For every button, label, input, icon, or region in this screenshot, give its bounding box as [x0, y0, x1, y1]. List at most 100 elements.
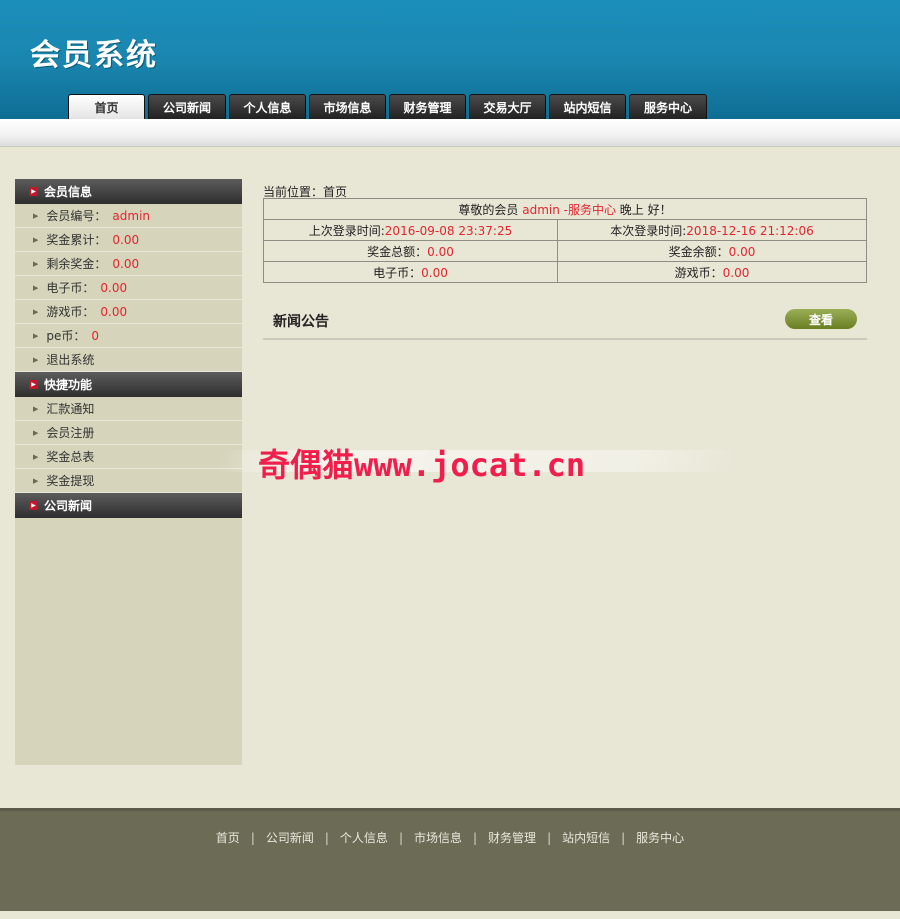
cell-label: 奖金总额： — [367, 244, 428, 259]
triangle-right-icon: ▶ — [33, 235, 39, 244]
section-title: 公司新闻 — [44, 499, 93, 513]
cell-value: 2018-12-16 21:12:06 — [686, 223, 814, 238]
view-button[interactable]: 查看 — [785, 309, 857, 329]
footer-link-service-center[interactable]: 服务中心 — [636, 829, 684, 846]
bullet-icon: ▶ — [29, 187, 38, 196]
sidebar: ▶ 会员信息 ▶ 会员编号： admin ▶ 奖金累计： 0.00 ▶ 剩余奖金… — [15, 179, 242, 765]
tab-finance[interactable]: 财务管理 — [389, 94, 466, 119]
sidebar-item-logout[interactable]: ▶ 退出系统 — [15, 348, 242, 372]
item-label: pe币： — [46, 329, 86, 343]
account-info-table: 尊敬的会员 admin -服务中心 晚上 好！ 上次登录时间:2016-09-0… — [263, 198, 867, 283]
cell-label: 本次登录时间: — [610, 223, 687, 238]
sidebar-section-member-info[interactable]: ▶ 会员信息 — [15, 179, 242, 204]
ecoin-cell: 电子币：0.00 — [263, 261, 558, 283]
item-label: 剩余奖金： — [46, 257, 107, 271]
cell-value: 0.00 — [427, 244, 454, 259]
tab-personal-info[interactable]: 个人信息 — [229, 94, 306, 119]
cell-value: 0.00 — [728, 244, 756, 259]
bonus-total-cell: 奖金总额：0.00 — [263, 240, 558, 262]
breadcrumb: 当前位置：首页 — [263, 185, 348, 199]
greeting-suffix: 晚上 好！ — [615, 202, 672, 217]
gamecoin-cell: 游戏币：0.00 — [557, 261, 867, 283]
bottom-strip — [0, 911, 900, 919]
greeting-prefix: 尊敬的会员 — [458, 202, 523, 217]
table-row: 上次登录时间:2016-09-08 23:37:25 本次登录时间:2018-1… — [263, 219, 867, 241]
bullet-icon: ▶ — [29, 380, 38, 389]
item-label: 退出系统 — [46, 353, 95, 367]
cell-label: 游戏币： — [674, 265, 723, 280]
footer-link-finance[interactable]: 财务管理 — [488, 829, 536, 846]
triangle-right-icon: ▶ — [33, 259, 39, 268]
cell-value: 2016-09-08 23:37:25 — [384, 223, 513, 238]
cell-label: 电子币： — [373, 265, 422, 280]
greeting-user: admin -服务中心 — [522, 202, 616, 217]
item-label: 电子币： — [46, 281, 95, 295]
sidebar-item-remit-notice[interactable]: ▶ 汇款通知 — [15, 397, 242, 421]
cell-label: 上次登录时间: — [308, 223, 385, 238]
triangle-right-icon: ▶ — [33, 428, 39, 437]
footer-separator: | — [398, 830, 403, 845]
cell-value: 0.00 — [722, 265, 750, 280]
section-title: 快捷功能 — [44, 378, 93, 392]
sub-bar — [0, 119, 900, 147]
footer-link-home[interactable]: 首页 — [216, 829, 240, 846]
tab-messages[interactable]: 站内短信 — [549, 94, 626, 119]
footer-nav: 首页 | 公司新闻 | 个人信息 | 市场信息 | 财务管理 | 站内短信 | … — [0, 829, 900, 846]
watermark-text: 奇偶猫www.jocat.cn — [258, 446, 586, 484]
site-logo: 会员系统 — [30, 38, 158, 73]
sidebar-item-bonus-total: ▶ 奖金累计： 0.00 — [15, 228, 242, 252]
triangle-right-icon: ▶ — [33, 283, 39, 292]
sidebar-item-register[interactable]: ▶ 会员注册 — [15, 421, 242, 445]
news-header: 新闻公告 查看 — [263, 301, 867, 340]
triangle-right-icon: ▶ — [33, 452, 39, 461]
section-title: 会员信息 — [44, 185, 93, 199]
triangle-right-icon: ▶ — [33, 211, 39, 220]
triangle-right-icon: ▶ — [33, 404, 39, 413]
item-label: 奖金提现 — [46, 474, 95, 488]
item-label: 汇款通知 — [46, 402, 95, 416]
footer-separator: | — [547, 830, 552, 845]
sidebar-item-bonus-remaining: ▶ 剩余奖金： 0.00 — [15, 252, 242, 276]
item-value: 0.00 — [100, 304, 128, 319]
table-row: 尊敬的会员 admin -服务中心 晚上 好！ — [263, 198, 867, 220]
footer-separator: | — [473, 830, 478, 845]
item-label: 奖金累计： — [46, 233, 107, 247]
footer-link-market-info[interactable]: 市场信息 — [414, 829, 462, 846]
triangle-right-icon: ▶ — [33, 307, 39, 316]
sidebar-section-company-news[interactable]: ▶ 公司新闻 — [15, 493, 242, 518]
footer-link-messages[interactable]: 站内短信 — [562, 829, 610, 846]
table-row: 奖金总额：0.00 奖金余额：0.00 — [263, 240, 867, 262]
item-value: admin — [112, 208, 151, 223]
sidebar-item-pecoin: ▶ pe币： 0 — [15, 324, 242, 348]
cell-label: 奖金余额： — [668, 244, 729, 259]
footer-link-personal-info[interactable]: 个人信息 — [340, 829, 388, 846]
tab-home[interactable]: 首页 — [68, 94, 145, 119]
footer-separator: | — [621, 830, 626, 845]
footer-link-company-news[interactable]: 公司新闻 — [266, 829, 314, 846]
triangle-right-icon: ▶ — [33, 331, 39, 340]
bullet-icon: ▶ — [29, 501, 38, 510]
sidebar-item-bonus-table[interactable]: ▶ 奖金总表 — [15, 445, 242, 469]
sidebar-item-gamecoin: ▶ 游戏币： 0.00 — [15, 300, 242, 324]
cell-value: 0.00 — [421, 265, 448, 280]
table-row: 电子币：0.00 游戏币：0.00 — [263, 261, 867, 283]
tab-company-news[interactable]: 公司新闻 — [148, 94, 226, 119]
sidebar-section-quick[interactable]: ▶ 快捷功能 — [15, 372, 242, 397]
sidebar-item-member-id: ▶ 会员编号： admin — [15, 204, 242, 228]
item-value: 0.00 — [112, 256, 140, 271]
item-value: 0 — [91, 328, 100, 343]
main-content: 当前位置：首页 尊敬的会员 admin -服务中心 晚上 好！ 上次登录时间:2… — [263, 183, 867, 340]
sidebar-item-ecoin: ▶ 电子币： 0.00 — [15, 276, 242, 300]
item-label: 游戏币： — [46, 305, 95, 319]
footer-separator: | — [250, 830, 255, 845]
header: 会员系统 首页 公司新闻 个人信息 市场信息 财务管理 交易大厅 站内短信 服务… — [0, 0, 900, 119]
tab-market-info[interactable]: 市场信息 — [309, 94, 386, 119]
bonus-balance-cell: 奖金余额：0.00 — [557, 240, 867, 262]
item-label: 奖金总表 — [46, 450, 95, 464]
this-login-cell: 本次登录时间:2018-12-16 21:12:06 — [557, 219, 867, 241]
triangle-right-icon: ▶ — [33, 355, 39, 364]
tab-trading-hall[interactable]: 交易大厅 — [469, 94, 546, 119]
last-login-cell: 上次登录时间:2016-09-08 23:37:25 — [263, 219, 558, 241]
tab-service-center[interactable]: 服务中心 — [629, 94, 707, 119]
sidebar-item-withdraw[interactable]: ▶ 奖金提现 — [15, 469, 242, 493]
